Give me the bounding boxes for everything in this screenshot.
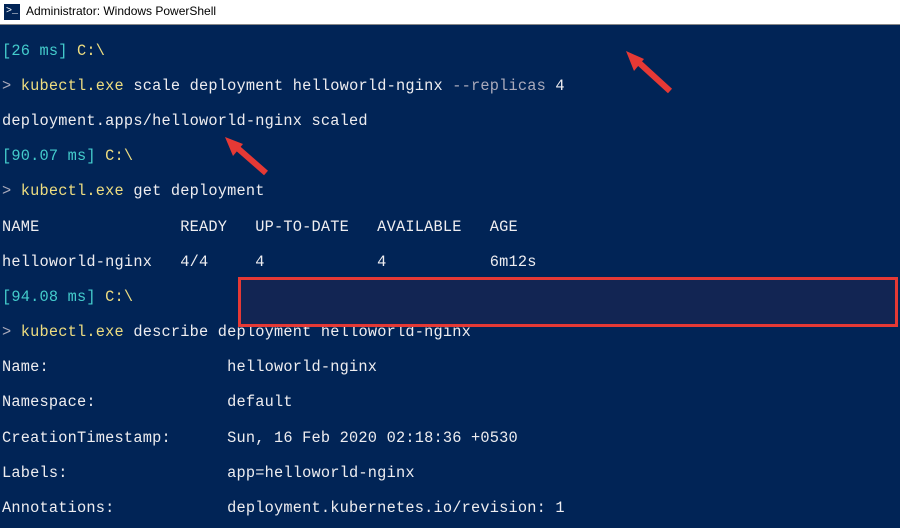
cmd-args: get deployment	[124, 182, 265, 200]
cmd-exe: kubectl.exe	[21, 77, 124, 95]
table-row: helloworld-nginx 4/4 4 4 6m12s	[0, 254, 900, 272]
prompt-cwd: C:\	[68, 42, 106, 60]
describe-line: Annotations: deployment.kubernetes.io/re…	[0, 500, 900, 518]
table-header: NAME READY UP-TO-DATE AVAILABLE AGE	[0, 219, 900, 237]
prompt-time: [94.08 ms]	[2, 288, 96, 306]
window-titlebar[interactable]: >_ Administrator: Windows PowerShell	[0, 0, 900, 25]
prompt-arrow: >	[2, 323, 21, 341]
describe-line: Namespace: default	[0, 394, 900, 412]
prompt-arrow: >	[2, 182, 21, 200]
describe-line: Name: helloworld-nginx	[0, 359, 900, 377]
terminal-output[interactable]: [26 ms] C:\ > kubectl.exe scale deployme…	[0, 25, 900, 528]
prompt-time: [90.07 ms]	[2, 147, 96, 165]
prompt-arrow: >	[2, 77, 21, 95]
window-title: Administrator: Windows PowerShell	[26, 3, 216, 21]
cmd-exe: kubectl.exe	[21, 182, 124, 200]
describe-line: Labels: app=helloworld-nginx	[0, 465, 900, 483]
prompt-cwd: C:\	[96, 288, 134, 306]
cmd-exe: kubectl.exe	[21, 323, 124, 341]
prompt-cwd: C:\	[96, 147, 134, 165]
cmd-args: describe deployment helloworld-nginx	[124, 323, 471, 341]
output-line: deployment.apps/helloworld-nginx scaled	[0, 113, 900, 131]
cmd-flag: --replicas	[452, 77, 546, 95]
prompt-time: [26 ms]	[2, 42, 68, 60]
cmd-num: 4	[546, 77, 565, 95]
cmd-args: scale deployment helloworld-nginx	[124, 77, 452, 95]
describe-line: CreationTimestamp: Sun, 16 Feb 2020 02:1…	[0, 430, 900, 448]
powershell-icon: >_	[4, 4, 20, 20]
